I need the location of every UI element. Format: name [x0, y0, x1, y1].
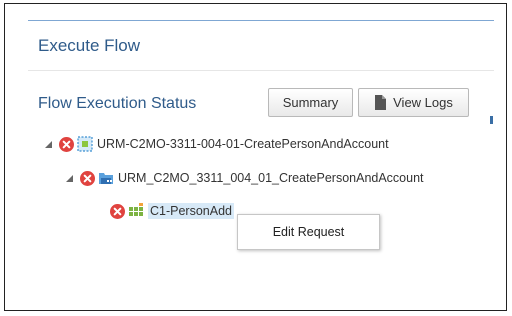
tree-node-label: URM_C2MO_3311_004_01_CreatePersonAndAcco…: [118, 171, 424, 185]
document-icon: [374, 95, 387, 110]
error-icon: [59, 136, 74, 152]
tree-node-label: C1-PersonAdd: [148, 203, 234, 219]
error-icon: [110, 203, 125, 219]
menu-item-edit-request[interactable]: Edit Request: [273, 225, 345, 239]
section-title: Flow Execution Status: [38, 95, 197, 112]
grid-icon: [129, 203, 143, 216]
tree-node-request[interactable]: C1-PersonAdd: [110, 201, 234, 221]
view-logs-button[interactable]: View Logs: [358, 88, 469, 117]
error-icon: [80, 170, 95, 186]
context-menu: Edit Request: [237, 214, 380, 250]
expand-triangle-icon[interactable]: [44, 140, 53, 149]
summary-button[interactable]: Summary: [268, 88, 353, 117]
scrollbar-indicator[interactable]: [490, 116, 493, 124]
summary-button-label: Summary: [282, 95, 339, 110]
flow-icon: [77, 136, 93, 152]
panel-divider: [28, 70, 494, 71]
panel-title: Execute Flow: [38, 36, 141, 55]
tree-node-label: URM-C2MO-3311-004-01-CreatePersonAndAcco…: [97, 137, 389, 151]
folder-icon: [99, 173, 113, 184]
top-accent-line: [28, 20, 494, 21]
view-logs-button-label: View Logs: [393, 95, 453, 110]
tree-node-flow[interactable]: URM-C2MO-3311-004-01-CreatePersonAndAcco…: [44, 134, 389, 154]
tree-node-folder[interactable]: URM_C2MO_3311_004_01_CreatePersonAndAcco…: [65, 168, 424, 188]
expand-triangle-icon[interactable]: [65, 174, 74, 183]
